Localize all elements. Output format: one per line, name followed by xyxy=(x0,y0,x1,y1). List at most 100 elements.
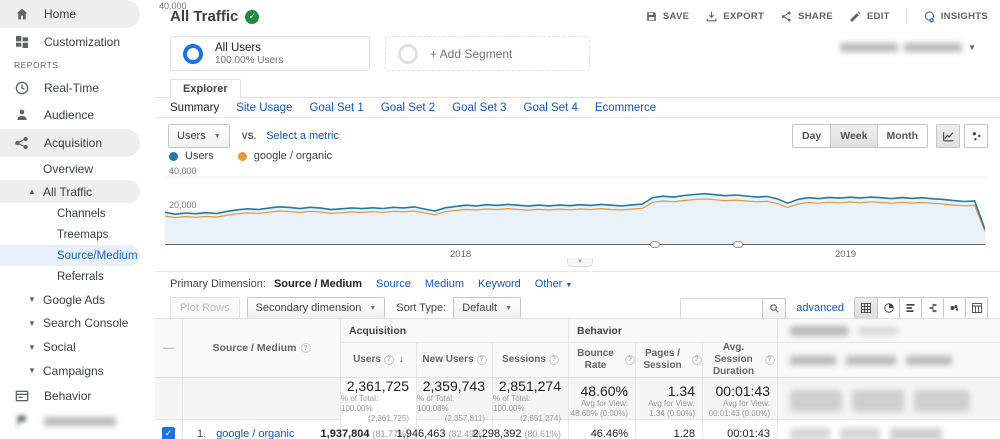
comparison-view-button[interactable] xyxy=(921,297,943,319)
percentage-view-button[interactable] xyxy=(877,297,899,319)
sidebar-item-treemaps[interactable]: Treemaps xyxy=(0,224,155,245)
legend-users[interactable]: Users xyxy=(169,150,214,162)
data-quality-check-icon[interactable]: ✓ xyxy=(245,9,260,24)
sidebar-item-search-console[interactable]: ▼ Search Console xyxy=(0,311,155,335)
pivot-view-button[interactable] xyxy=(965,297,987,319)
sidebar-item-label: Referrals xyxy=(57,271,104,283)
redacted-date-end xyxy=(904,43,963,52)
legend-google-organic[interactable]: google / organic xyxy=(237,150,332,162)
search-input[interactable] xyxy=(680,297,763,319)
primary-dimension-label: Primary Dimension: xyxy=(170,278,266,290)
edit-button[interactable]: EDIT xyxy=(849,10,890,23)
sidebar-item-all-traffic[interactable]: ▲ All Traffic xyxy=(0,180,140,203)
select-all-cell[interactable]: — xyxy=(155,319,182,377)
sidebar-item-channels[interactable]: Channels xyxy=(0,203,155,224)
table-view-button[interactable] xyxy=(855,297,877,319)
subtab-site-usage[interactable]: Site Usage xyxy=(236,102,292,114)
totals-label-cell xyxy=(182,378,340,424)
dimension-other[interactable]: Other ▼ xyxy=(535,278,573,290)
plot-rows-button[interactable]: Plot Rows xyxy=(170,297,240,319)
sidebar-item-label: Campaigns xyxy=(43,363,104,378)
chart-collapse-tab[interactable]: ▼ xyxy=(567,258,593,267)
column-avg-session-duration[interactable]: Avg. Session Duration? xyxy=(702,342,777,377)
column-new-users[interactable]: New Users? xyxy=(416,342,492,377)
sidebar-item-realtime[interactable]: Real-Time xyxy=(0,74,155,101)
date-range-selector[interactable]: ▼ xyxy=(840,43,976,52)
advanced-search-link[interactable]: advanced xyxy=(796,302,844,314)
sidebar-item-social[interactable]: ▼ Social xyxy=(0,335,155,359)
sidebar-item-audience[interactable]: Audience xyxy=(0,101,155,129)
redacted-column-label xyxy=(906,355,952,365)
sidebar-item-referrals[interactable]: Referrals xyxy=(0,266,155,288)
subtab-goal-set-3[interactable]: Goal Set 3 xyxy=(452,102,506,114)
sidebar-item-acquisition[interactable]: Acquisition xyxy=(0,129,140,157)
share-button[interactable]: SHARE xyxy=(780,10,833,23)
sidebar-item-source-medium[interactable]: Source/Medium xyxy=(0,245,140,266)
add-segment-button[interactable]: + Add Segment xyxy=(385,36,590,71)
granularity-month-button[interactable]: Month xyxy=(876,125,927,147)
sidebar-item-campaigns[interactable]: ▼ Campaigns xyxy=(0,359,155,382)
totals-avg-duration: 00:01:43 Avg for View: 00:01:43 (0.00%) xyxy=(702,378,777,424)
sidebar-item-customization[interactable]: Customization xyxy=(0,28,155,56)
help-icon[interactable]: ? xyxy=(625,355,635,365)
sidebar-item-home[interactable]: Home xyxy=(0,0,140,28)
sidebar-item-redacted[interactable] xyxy=(0,410,155,432)
source-medium-link[interactable]: google / organic xyxy=(216,428,294,439)
sidebar-item-label: Google Ads xyxy=(43,292,106,307)
traffic-chart[interactable]: 40,000 20,000 xyxy=(164,165,986,245)
motion-chart-button[interactable] xyxy=(964,124,988,148)
search-button[interactable] xyxy=(762,297,787,319)
row-checkbox[interactable]: ✓ xyxy=(162,427,175,439)
timeline-handle-left[interactable] xyxy=(650,241,660,248)
column-users[interactable]: Users? ↓ xyxy=(340,342,416,377)
tab-explorer[interactable]: Explorer xyxy=(170,79,241,98)
dimension-source[interactable]: Source xyxy=(376,278,411,290)
column-pages-session[interactable]: Pages / Session? xyxy=(635,342,702,377)
dimension-medium[interactable]: Medium xyxy=(425,278,464,290)
subtab-goal-set-4[interactable]: Goal Set 4 xyxy=(524,102,578,114)
help-icon[interactable]: ? xyxy=(548,355,559,365)
expand-caret-icon: ▼ xyxy=(28,366,36,375)
granularity-day-button[interactable]: Day xyxy=(792,125,831,147)
subtab-ecommerce[interactable]: Ecommerce xyxy=(595,102,656,114)
export-button[interactable]: EXPORT xyxy=(705,10,764,23)
insights-button[interactable]: INSIGHTS xyxy=(923,10,988,23)
pivot-icon xyxy=(971,303,982,313)
segment-ring-icon xyxy=(398,43,418,64)
sidebar-item-label: Acquisition xyxy=(44,136,103,150)
y-tick-40000: 40,000 xyxy=(169,166,197,176)
subtab-goal-set-2[interactable]: Goal Set 2 xyxy=(381,102,435,114)
term-cloud-view-button[interactable] xyxy=(943,297,965,319)
line-chart-button[interactable] xyxy=(936,124,960,148)
subtab-summary[interactable]: Summary xyxy=(170,102,219,114)
help-icon[interactable]: ? xyxy=(383,355,394,365)
sidebar-item-discover[interactable]: Discover xyxy=(0,432,155,439)
dimension-keyword[interactable]: Keyword xyxy=(478,278,521,290)
help-icon[interactable]: ? xyxy=(691,355,702,365)
column-bounce-rate[interactable]: Bounce Rate? xyxy=(568,342,635,377)
subtab-goal-set-1[interactable]: Goal Set 1 xyxy=(309,102,363,114)
help-icon[interactable]: ? xyxy=(764,355,775,365)
select-metric-link[interactable]: Select a metric xyxy=(266,130,339,142)
dimension-source-medium[interactable]: Source / Medium xyxy=(274,278,362,290)
metric-dropdown[interactable]: Users ▼ xyxy=(168,124,230,148)
table-totals-row: 2,361,725 % of Total: 100.00% (2,361,725… xyxy=(155,378,1000,424)
sidebar-item-overview[interactable]: Overview xyxy=(0,157,155,180)
timeline-handle-right[interactable] xyxy=(733,241,743,248)
realtime-clock-icon xyxy=(14,80,30,96)
help-icon[interactable]: ? xyxy=(476,355,487,365)
performance-view-button[interactable] xyxy=(899,297,921,319)
save-button[interactable]: SAVE xyxy=(645,10,689,23)
sort-type-dropdown[interactable]: Default ▼ xyxy=(453,297,521,319)
sidebar-item-behavior[interactable]: Behavior xyxy=(0,382,155,410)
secondary-dimension-dropdown[interactable]: Secondary dimension ▼ xyxy=(246,297,386,319)
sidebar-item-google-ads[interactable]: ▼ Google Ads xyxy=(0,288,155,311)
help-icon[interactable]: ? xyxy=(300,343,311,353)
granularity-week-button[interactable]: Week xyxy=(830,125,877,147)
column-sessions[interactable]: Sessions? xyxy=(492,342,568,377)
segment-all-users[interactable]: All Users 100.00% Users xyxy=(170,36,370,71)
group-redacted xyxy=(777,319,1000,342)
traffic-chart-svg xyxy=(164,176,986,245)
column-source-medium[interactable]: Source / Medium? xyxy=(182,319,340,377)
table-row: ✓ 1. google / organic 1,937,804 (81.77%) … xyxy=(155,420,1000,439)
